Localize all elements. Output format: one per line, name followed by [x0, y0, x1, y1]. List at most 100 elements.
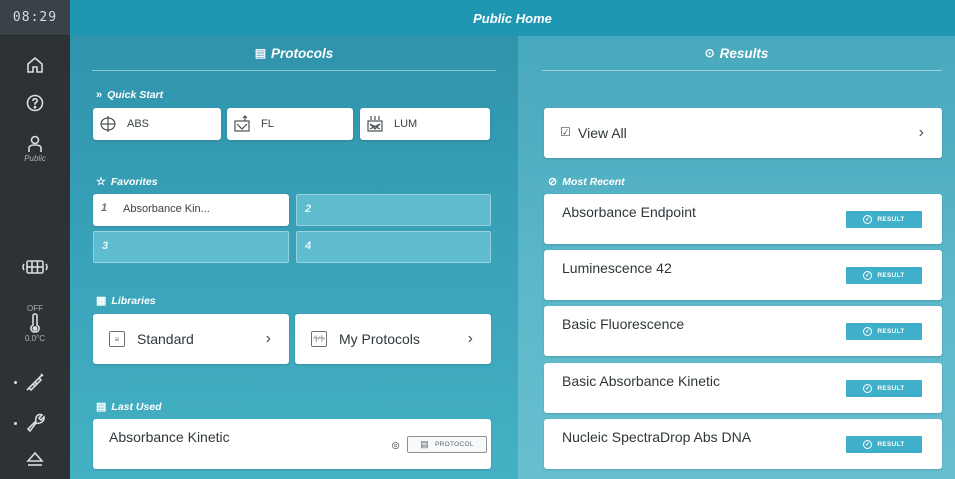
help-button[interactable] [0, 86, 70, 120]
clock: 08:29 [0, 0, 70, 36]
home-icon [27, 56, 43, 73]
favorites-label: ☆ Favorites [96, 175, 158, 189]
divider [92, 70, 496, 71]
favorites-icon: ☆ [96, 176, 106, 188]
favorite-slot-number: 1 [101, 202, 108, 214]
help-icon [26, 94, 44, 112]
quick-start-lum[interactable]: LUM [360, 108, 490, 140]
check-icon: ✓ [863, 271, 873, 280]
result-item[interactable]: Basic Fluorescence ✓ RESULT [544, 306, 942, 356]
result-badge: ✓ RESULT [846, 267, 922, 284]
injector-button[interactable] [0, 366, 70, 398]
result-badge: ✓ RESULT [846, 436, 922, 453]
chevron-right-icon: › [467, 330, 473, 347]
settings-button[interactable] [0, 406, 70, 438]
result-badge: ✓ RESULT [846, 323, 922, 340]
results-title-text: Results [719, 45, 769, 61]
favorite-slot-2[interactable]: 2 [296, 194, 491, 226]
list-icon: ≡ [109, 331, 125, 347]
quick-start-label: » Quick Start [96, 89, 163, 101]
library-standard-label: Standard [137, 331, 194, 347]
results-icon: ☑ [560, 125, 571, 139]
result-item[interactable]: Nucleic SpectraDrop Abs DNA ✓ RESULT [544, 419, 942, 469]
protocol-badge: ▤ PROTOCOL [407, 436, 487, 453]
last-used-protocol[interactable]: Absorbance Kinetic ⊚ ▤ PROTOCOL [93, 419, 491, 469]
eject-button[interactable] [0, 444, 70, 474]
user-label: Public [24, 154, 46, 163]
quick-start-abs[interactable]: ABS [93, 108, 221, 140]
result-name: Absorbance Endpoint [562, 204, 696, 220]
result-item[interactable]: Luminescence 42 ✓ RESULT [544, 250, 942, 300]
plate-button[interactable] [0, 252, 70, 282]
result-badge: ✓ RESULT [846, 380, 922, 397]
favorite-slot-3[interactable]: 3 [93, 231, 289, 263]
result-name: Basic Absorbance Kinetic [562, 373, 720, 389]
favorite-slot-4[interactable]: 4 [296, 231, 491, 263]
result-badge: ✓ RESULT [846, 211, 922, 228]
protocol-icon: ▤ [254, 46, 267, 60]
thermometer-icon [30, 313, 40, 333]
results-title: ⊙ Results [518, 36, 955, 70]
chevron-right-icon: › [918, 124, 924, 141]
lum-icon [367, 116, 383, 132]
result-name: Luminescence 42 [562, 260, 672, 276]
result-item[interactable]: Basic Absorbance Kinetic ✓ RESULT [544, 363, 942, 413]
favorite-slot-number: 3 [102, 240, 109, 252]
quick-start-lum-label: LUM [394, 118, 418, 130]
last-used-protocol-name: Absorbance Kinetic [109, 429, 230, 445]
abs-icon [100, 116, 116, 132]
check-icon: ✓ [863, 440, 873, 449]
fl-icon [234, 115, 250, 132]
result-name: Nucleic SpectraDrop Abs DNA [562, 429, 752, 445]
protocols-title: ▤ Protocols [70, 36, 518, 70]
favorite-slot-number: 4 [305, 240, 312, 252]
view-all-results[interactable]: ☑ View All › [544, 108, 942, 158]
check-circle-icon: ⊘ [548, 176, 558, 188]
library-my-protocols[interactable]: ႵႵ My Protocols › [295, 314, 491, 364]
result-badge-label: RESULT [877, 385, 905, 392]
result-item[interactable]: Absorbance Endpoint ✓ RESULT [544, 194, 942, 244]
favorite-slot-number: 2 [305, 203, 312, 215]
page-header: Public Home [70, 0, 955, 36]
library-my-protocols-label: My Protocols [339, 331, 420, 347]
chevron-right-icon: › [265, 330, 271, 347]
result-name: Basic Fluorescence [562, 316, 685, 332]
favorites-label-text: Favorites [110, 175, 158, 188]
most-recent-label-text: Most Recent [562, 175, 625, 188]
user-icon [28, 135, 42, 152]
clock-icon: ▤ [96, 401, 107, 413]
temperature-button[interactable]: OFF 0.0°C [0, 298, 70, 348]
libraries-label-text: Libraries [111, 294, 156, 307]
quick-start-abs-label: ABS [127, 118, 150, 130]
results-panel: ⊙ Results ☑ View All › ⊘ Most Recent Abs… [518, 36, 955, 479]
check-icon: ✓ [863, 327, 873, 336]
library-icon: ▦ [96, 295, 107, 307]
favorite-slot-1[interactable]: 1 Absorbance Kin... [93, 194, 289, 226]
check-icon: ✓ [863, 384, 873, 393]
libraries-label: ▦ Libraries [96, 294, 156, 308]
user-folder-icon: ႵႵ [311, 331, 327, 347]
quick-start-label-text: Quick Start [107, 89, 164, 101]
library-standard[interactable]: ≡ Standard › [93, 314, 289, 364]
page-title: Public Home [473, 10, 552, 26]
protocol-badge-label: PROTOCOL [435, 441, 474, 448]
result-badge-label: RESULT [877, 441, 905, 448]
temperature-value: 0.0°C [24, 334, 46, 343]
last-used-label: ▤ Last Used [96, 400, 162, 414]
protocols-title-text: Protocols [271, 45, 334, 61]
divider [542, 70, 942, 71]
check-circle-icon: ⊙ [704, 46, 715, 60]
protocol-icon: ▤ [420, 439, 430, 449]
result-badge-label: RESULT [877, 216, 905, 223]
quick-start-fl[interactable]: FL [227, 108, 353, 140]
temperature-state: OFF [27, 304, 43, 313]
home-button[interactable] [0, 48, 70, 82]
last-used-label-text: Last Used [111, 400, 162, 413]
link-icon: ⊚ [391, 440, 401, 452]
double-chevron-icon: » [96, 89, 103, 101]
syringe-icon [26, 373, 44, 392]
result-badge-label: RESULT [877, 272, 905, 279]
eject-icon [26, 451, 44, 466]
check-icon: ✓ [863, 215, 873, 224]
user-button[interactable]: Public [0, 128, 70, 170]
